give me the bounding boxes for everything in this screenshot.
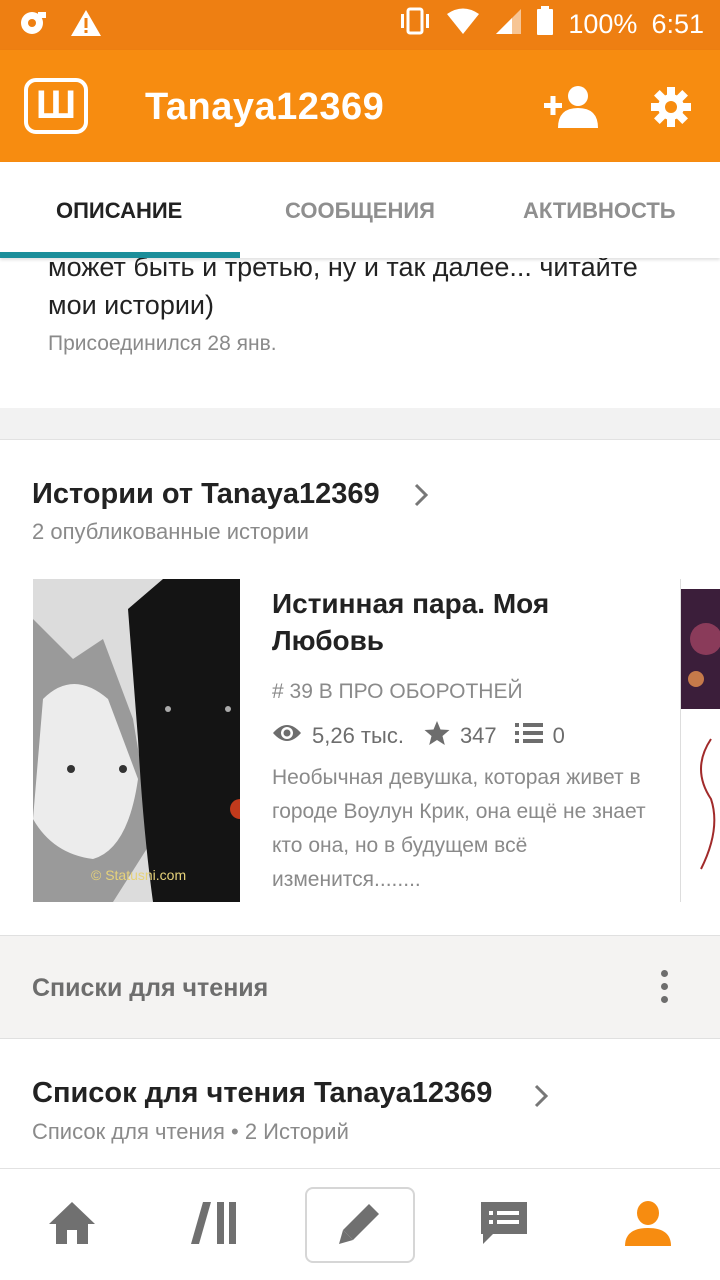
tab-messages[interactable]: СООБЩЕНИЯ [285,198,435,224]
votes-count: 347 [459,723,497,748]
tab-activity[interactable]: АКТИВНОСТЬ [523,198,676,224]
messages-icon [479,1200,529,1251]
reading-list-title[interactable]: Список для чтения Tanaya12369 [32,1077,492,1110]
parts-stat: 0 [514,722,565,750]
stories-section-title[interactable]: Истории от Tanaya12369 [32,478,380,511]
pencil-icon [337,1200,383,1251]
story-title[interactable]: Истинная пара. Моя Любовь [272,585,632,659]
wifi-icon [446,7,480,42]
story-description: Необычная девушка, которая живет в город… [272,766,646,891]
tab-description[interactable]: ОПИСАНИЕ [56,198,182,224]
status-bar: 100% 6:51 [0,0,720,50]
nav-profile[interactable] [576,1169,720,1280]
bottom-nav [0,1168,720,1280]
cover-watermark: © Statusni.com [91,867,187,883]
profile-icon [623,1200,673,1251]
gear-icon[interactable] [650,86,692,133]
story-stats: 5,26 тыс. 347 0 [272,720,565,752]
joined-date: Присоединился 28 янв. [48,332,277,355]
nav-write[interactable] [288,1169,432,1280]
chevron-right-icon[interactable] [412,482,430,513]
list-icon [514,722,543,750]
profile-description: может быть и третью, ну и так далее... ч… [0,240,720,408]
stories-count: 2 опубликованные истории [32,519,309,544]
clock: 6:51 [651,9,704,39]
chevron-right-icon[interactable] [532,1083,550,1114]
views-stat: 5,26 тыс. [272,723,404,749]
vibrate-icon [398,6,432,43]
description-text: может быть и третью, ну и так далее... ч… [48,252,638,320]
more-vert-icon[interactable] [657,970,671,1006]
reading-list-subtitle: Список для чтения • 2 Историй [32,1119,349,1144]
warning-icon [70,8,102,43]
tab-indicator [0,252,240,258]
views-count: 5,26 тыс. [312,723,404,748]
nav-library[interactable] [144,1169,288,1280]
section-divider [0,408,720,440]
home-icon [47,1200,97,1251]
battery-icon [536,6,554,43]
profile-tabs: ОПИСАНИЕ СООБЩЕНИЯ АКТИВНОСТЬ [0,162,720,258]
story-rank: # 39 В ПРО ОБОРОТНЕЙ [272,680,523,703]
votes-stat: 347 [424,720,497,752]
signal-icon [494,7,522,42]
profile-username: Tanaya12369 [145,86,385,128]
next-story-cover[interactable] [680,579,720,902]
star-icon [424,720,450,752]
reading-lists-header: Списки для чтения [0,935,720,1039]
library-icon [191,1200,241,1251]
parts-count: 0 [552,723,565,748]
wattpad-logo[interactable]: Ш [24,78,88,134]
story-cover[interactable]: © Statusni.com [33,579,240,902]
add-user-icon[interactable] [544,84,600,133]
eye-icon [272,723,302,749]
nav-home[interactable] [0,1169,144,1280]
sync-icon [18,8,48,43]
reading-lists-title: Списки для чтения [32,974,269,1002]
battery-percent: 100% [568,9,638,39]
app-bar: Ш Tanaya12369 [0,50,720,162]
nav-messages[interactable] [432,1169,576,1280]
write-button[interactable] [305,1187,415,1263]
